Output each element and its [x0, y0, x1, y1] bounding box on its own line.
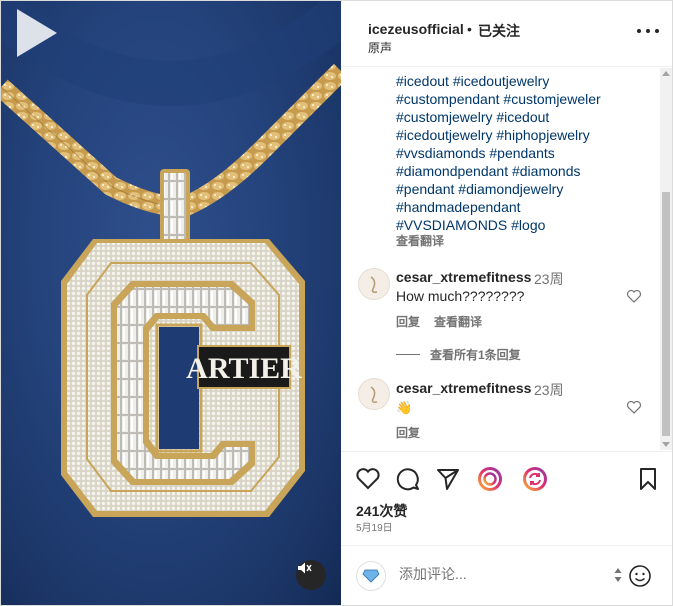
muted-speaker-icon [298, 562, 312, 574]
mute-button[interactable] [296, 560, 326, 590]
comment-username[interactable]: cesar_xtremefitness [396, 269, 531, 285]
hashtag-line[interactable]: #pendant #diamondjewelry [396, 180, 656, 198]
pendant-engraving: ARTIER [186, 352, 302, 385]
scroll-up-arrow[interactable] [662, 71, 670, 76]
heart-icon[interactable] [355, 466, 381, 492]
send-icon[interactable] [435, 466, 461, 492]
hashtag-line[interactable]: #handmadependant [396, 198, 656, 216]
bookmark-icon[interactable] [635, 466, 661, 492]
likes-count[interactable]: 241次赞 [356, 501, 407, 521]
resize-arrows-icon[interactable] [613, 566, 623, 584]
avatar[interactable] [358, 268, 390, 300]
hashtag-line[interactable]: #icedoutjewelry #hiphopjewelry [396, 126, 656, 144]
post-header: icezeusofficial • 已关注 原声 [341, 1, 672, 67]
view-replies-label: 查看所有1条回复 [430, 348, 521, 362]
post-sidebar: icezeusofficial • 已关注 原声 #icedout #icedo… [341, 1, 672, 605]
post-date: 5月19日 [356, 523, 393, 534]
avatar[interactable] [356, 561, 386, 591]
see-translation-link[interactable]: 查看翻译 [396, 232, 444, 249]
scroll-down-arrow[interactable] [662, 442, 670, 447]
comment-text: 👋 [396, 400, 413, 415]
refresh-icon[interactable] [522, 466, 548, 492]
comment-username[interactable]: cesar_xtremefitness [396, 380, 531, 396]
post-media[interactable]: ARTIER [1, 1, 341, 605]
comment-composer [341, 545, 672, 605]
threads-icon[interactable] [477, 466, 503, 492]
post-actions: 241次赞 5月19日 [341, 451, 672, 541]
hashtag-line[interactable]: #icedout #icedoutjewelry [396, 72, 656, 90]
comment-time[interactable]: 23周 [534, 269, 564, 289]
comment-time[interactable]: 23周 [534, 380, 564, 400]
comments-scroll-area[interactable]: #icedout #icedoutjewelry #custompendant … [341, 68, 672, 450]
scrollbar[interactable] [660, 68, 672, 450]
more-icon[interactable] [637, 21, 659, 41]
pendant-image: ARTIER [1, 1, 341, 517]
comment-input[interactable] [399, 566, 599, 582]
avatar[interactable] [358, 378, 390, 410]
scrollbar-thumb[interactable] [662, 192, 670, 436]
replies-line [396, 354, 420, 355]
comment-text: How much???????? [396, 288, 525, 304]
audio-label[interactable]: 原声 [368, 39, 392, 56]
reply-button[interactable]: 回复 [396, 424, 420, 441]
comment-heart-icon[interactable] [626, 399, 642, 415]
view-replies-button[interactable]: 查看所有1条回复 [396, 346, 521, 363]
comment-icon[interactable] [395, 466, 421, 492]
caption-hashtags: #icedout #icedoutjewelry #custompendant … [396, 72, 656, 234]
see-translation-link[interactable]: 查看翻译 [434, 313, 482, 330]
author-username[interactable]: icezeusofficial [368, 21, 464, 37]
comment-heart-icon[interactable] [626, 288, 642, 304]
hashtag-line[interactable]: #vvsdiamonds #pendants [396, 144, 656, 162]
emoji-icon[interactable] [628, 564, 652, 588]
hashtag-line[interactable]: #customjewelry #icedout [396, 108, 656, 126]
follow-status-button[interactable]: 已关注 [478, 21, 520, 41]
reply-button[interactable]: 回复 [396, 313, 420, 330]
play-icon[interactable] [1, 1, 65, 65]
hashtag-line[interactable]: #custompendant #customjeweler [396, 90, 656, 108]
hashtag-line[interactable]: #diamondpendant #diamonds [396, 162, 656, 180]
separator-dot: • [467, 21, 472, 37]
